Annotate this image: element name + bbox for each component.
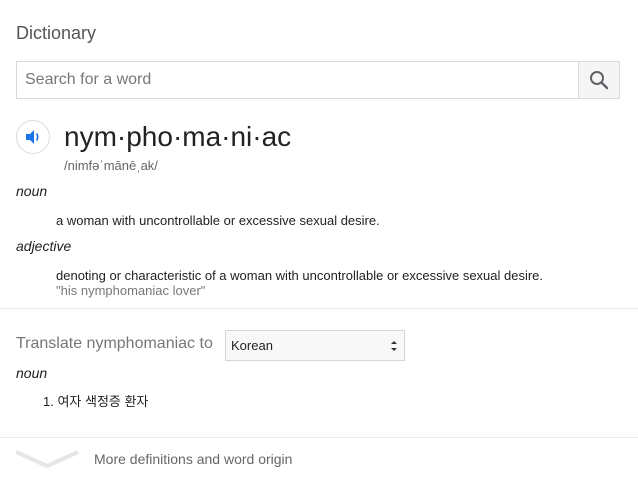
search-input[interactable] (17, 62, 578, 98)
search-icon (590, 71, 609, 90)
language-select[interactable]: Korean (225, 330, 405, 361)
language-select-value: Korean (231, 338, 273, 353)
select-arrows-icon (391, 340, 397, 351)
translation-item: 1. 여자 색정증 환자 (43, 394, 149, 409)
search-box (16, 61, 620, 99)
dictionary-card: Dictionary nym·pho·ma·ni·ac /nimfəˈmānēˌ… (0, 0, 638, 479)
divider (0, 308, 638, 309)
chevron-down-icon[interactable] (14, 444, 80, 470)
translate-label: Translate nymphomaniac to (16, 335, 213, 352)
part-of-speech-noun: noun (16, 183, 48, 199)
phonetic-spelling: /nimfəˈmānēˌak/ (64, 158, 158, 173)
definition-noun: a woman with uncontrollable or excessive… (56, 213, 380, 228)
divider (0, 437, 638, 438)
part-of-speech-adjective: adjective (16, 238, 72, 254)
card-title: Dictionary (16, 23, 97, 43)
example-adjective: "his nymphomaniac lover" (56, 283, 206, 298)
definition-adjective: denoting or characteristic of a woman wi… (56, 268, 544, 283)
speaker-icon (26, 130, 39, 144)
more-definitions-link[interactable]: More definitions and word origin (94, 451, 292, 467)
headword: nym·pho·ma·ni·ac (64, 121, 292, 152)
translation-part-of-speech: noun (16, 365, 48, 381)
search-button[interactable] (578, 62, 619, 98)
pronunciation-button[interactable] (16, 120, 50, 154)
